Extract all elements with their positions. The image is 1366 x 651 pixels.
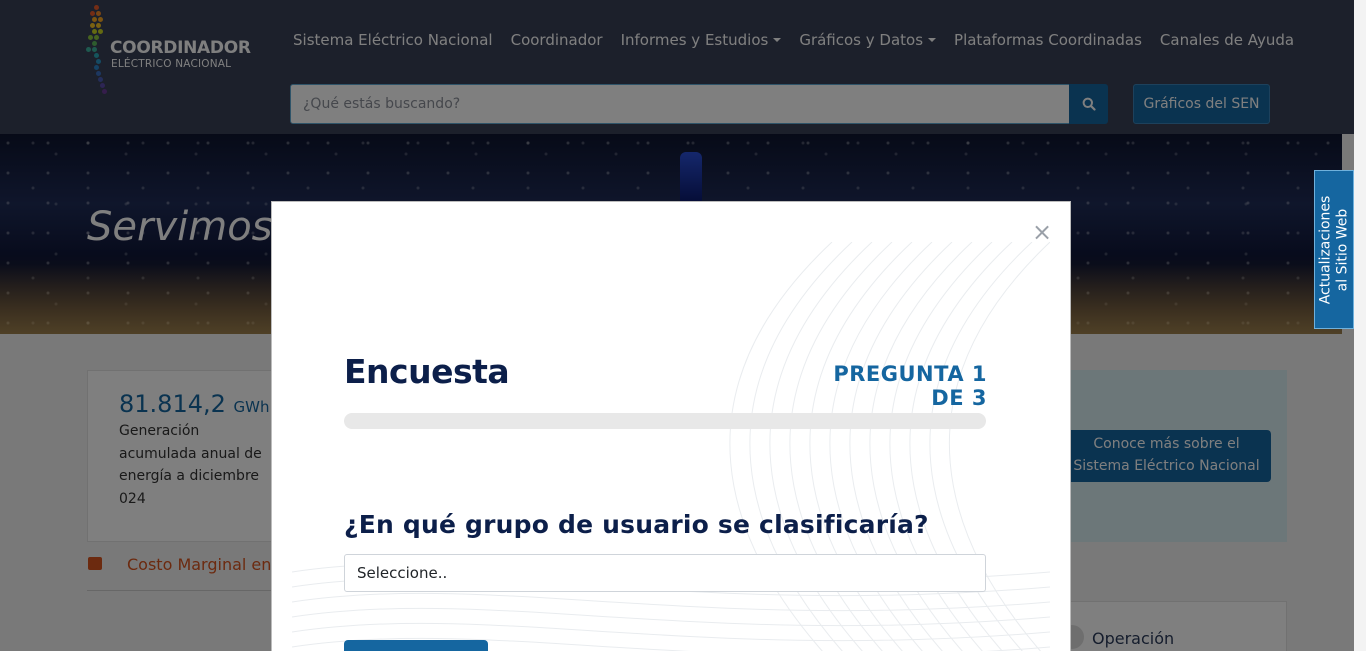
next-button[interactable] — [344, 640, 488, 651]
question-text: ¿En qué grupo de usuario se clasificaría… — [344, 510, 929, 539]
progress-bar — [344, 413, 986, 429]
close-button[interactable]: × — [1032, 219, 1052, 245]
side-tab-line: al Sitio Web — [1334, 208, 1351, 291]
user-group-select[interactable]: Seleccione.. — [344, 554, 986, 592]
modal-title: Encuesta — [344, 352, 510, 391]
question-counter: PREGUNTA 1 DE 3 — [833, 362, 987, 410]
actualizaciones-tab[interactable]: Actualizaciones al Sitio Web — [1314, 170, 1354, 329]
side-tab-label: Actualizaciones al Sitio Web — [1317, 195, 1351, 304]
side-tab-line: Actualizaciones — [1317, 195, 1334, 304]
